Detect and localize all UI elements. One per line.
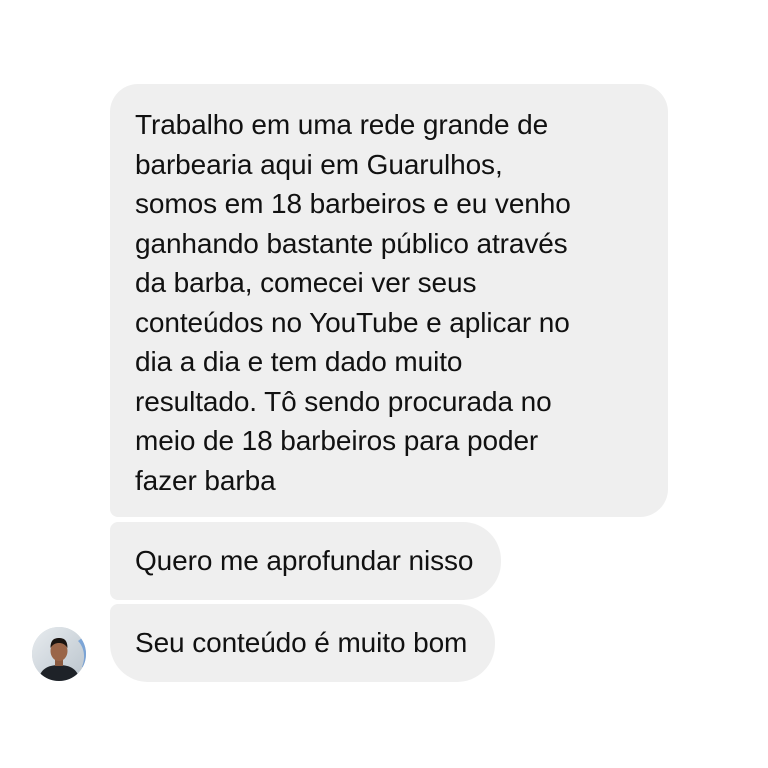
message-bubble[interactable]: Quero me aprofundar nisso	[110, 522, 502, 600]
avatar[interactable]	[32, 627, 86, 681]
message-bubble[interactable]: Seu conteúdo é muito bom	[110, 604, 496, 682]
message-bubble[interactable]: Trabalho em uma rede grande de barbearia…	[110, 84, 668, 517]
profile-avatar-icon	[32, 627, 86, 681]
message-thread: Trabalho em uma rede grande de barbearia…	[0, 0, 768, 768]
